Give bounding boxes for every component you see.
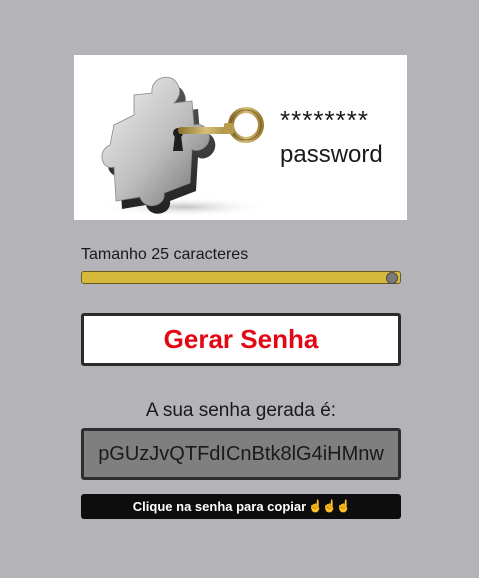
length-slider[interactable] — [81, 270, 401, 285]
page: ******** password Tamanho 25 caracteres … — [0, 0, 479, 578]
pointing-hand-icon: ☝ — [308, 499, 324, 513]
pointing-hand-icon: ☝ — [322, 499, 338, 513]
hero-stars-text: ******** — [280, 105, 369, 135]
copy-hint-text: Clique na senha para copiar — [132, 499, 307, 514]
slider-thumb[interactable] — [386, 272, 398, 284]
pointing-hands: ☝ ☝ ☝ — [308, 499, 352, 513]
slider-fill — [82, 272, 400, 283]
generate-password-button[interactable]: Gerar Senha — [81, 313, 401, 366]
puzzle-key-illustration — [99, 76, 269, 217]
hero-image: ******** password — [74, 55, 407, 220]
generated-password-field[interactable]: pGUzJvQTFdICnBtk8lG4iHMnw — [81, 428, 401, 480]
pointing-hand-icon: ☝ — [336, 499, 352, 513]
length-label: Tamanho 25 caracteres — [81, 246, 249, 263]
copy-hint-bar: Clique na senha para copiar ☝ ☝ ☝ — [81, 494, 401, 519]
hero-password-text: password — [280, 141, 383, 168]
result-label: A sua senha gerada é: — [145, 400, 337, 421]
